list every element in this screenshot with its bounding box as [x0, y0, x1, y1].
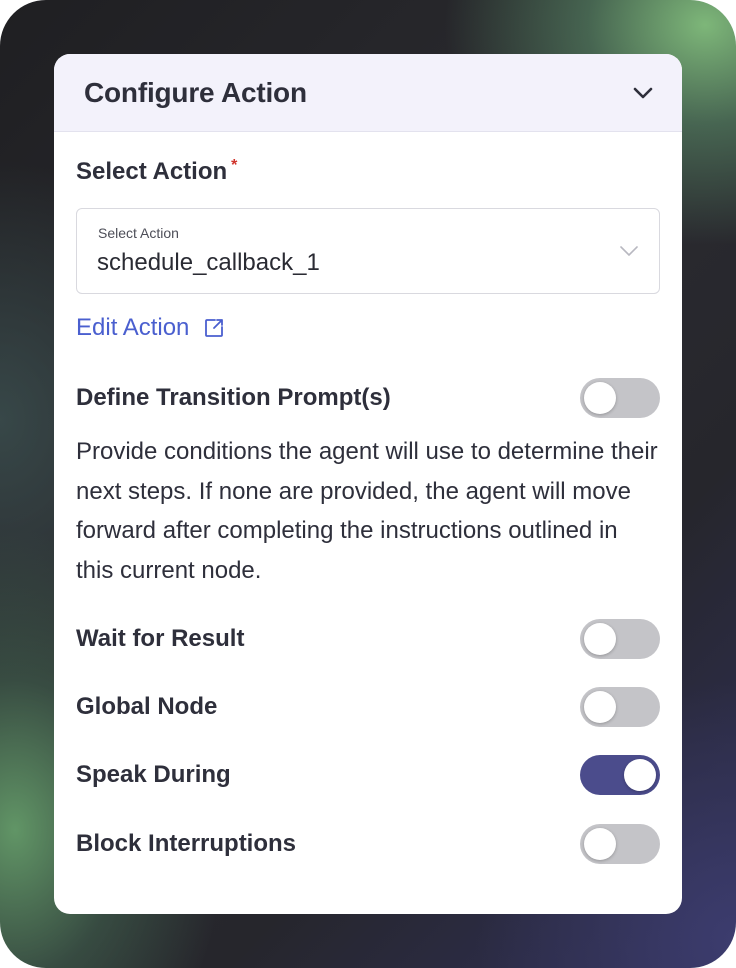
wait-for-result-toggle[interactable] [580, 619, 660, 659]
global-node-label: Global Node [76, 693, 218, 720]
select-action-field-label: Select Action [98, 225, 179, 241]
block-interruptions-row: Block Interruptions [76, 824, 660, 864]
toggle-knob [584, 623, 616, 655]
block-interruptions-label: Block Interruptions [76, 830, 297, 857]
speak-during-label: Speak During [76, 761, 231, 788]
transition-prompt-row: Define Transition Prompt(s) [76, 378, 660, 418]
select-action-value: schedule_callback_1 [97, 249, 320, 276]
required-marker: * [231, 157, 238, 174]
external-link-icon [205, 319, 224, 337]
transition-prompt-description: Provide conditions the agent will use to… [76, 438, 658, 584]
edit-action-link-label: Edit Action [76, 314, 190, 341]
toggle-knob [584, 828, 616, 860]
select-action-heading-text: Select Action [76, 158, 228, 185]
toggle-knob [584, 691, 616, 723]
global-node-toggle[interactable] [580, 687, 660, 727]
select-action-dropdown[interactable]: Select Action schedule_callback_1 [76, 208, 660, 294]
toggle-knob [584, 382, 616, 414]
panel-title: Configure Action [84, 76, 307, 108]
configure-action-panel: Configure Action Select Action * Select … [54, 54, 682, 914]
toggle-knob [624, 759, 656, 791]
collapse-button[interactable] [630, 80, 656, 106]
panel-header[interactable]: Configure Action [54, 54, 682, 132]
chevron-down-icon [620, 246, 638, 256]
transition-prompt-toggle[interactable] [580, 378, 660, 418]
chevron-down-icon [633, 87, 653, 98]
wait-for-result-row: Wait for Result [76, 619, 660, 659]
block-interruptions-toggle[interactable] [580, 824, 660, 864]
edit-action-link[interactable]: Edit Action [76, 314, 225, 342]
speak-during-toggle[interactable] [580, 755, 660, 795]
transition-prompt-label: Define Transition Prompt(s) [76, 384, 391, 411]
select-action-heading: Select Action * [76, 158, 237, 186]
speak-during-row: Speak During [76, 755, 660, 795]
wait-for-result-label: Wait for Result [76, 625, 245, 652]
background-frame: Configure Action Select Action * Select … [0, 0, 736, 968]
global-node-row: Global Node [76, 687, 660, 727]
